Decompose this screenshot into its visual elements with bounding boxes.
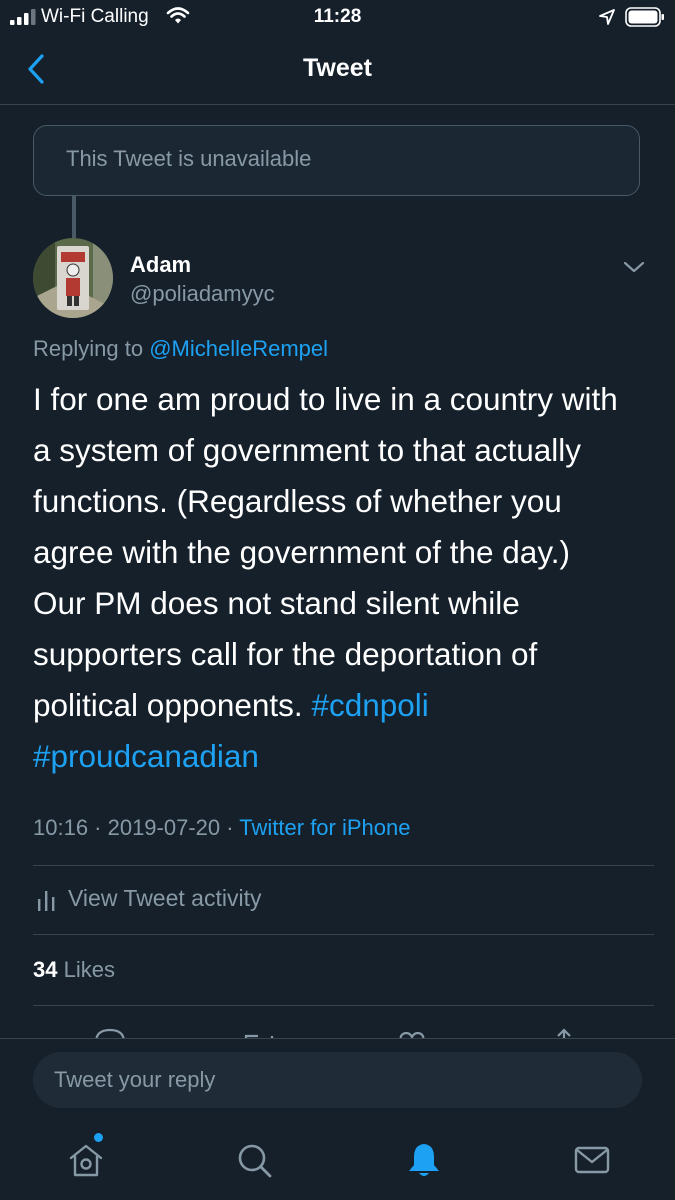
chevron-down-icon[interactable]: [621, 256, 647, 278]
hashtag-link[interactable]: #cdnpoli: [311, 687, 428, 723]
avatar-image: [33, 238, 113, 318]
view-activity-label: View Tweet activity: [68, 885, 262, 911]
tweet-text-line: agree with the government of the day.): [33, 534, 570, 570]
unavailable-tweet-card: This Tweet is unavailable: [33, 125, 640, 196]
reply-input[interactable]: [33, 1052, 642, 1108]
notification-dot: [94, 1133, 103, 1142]
page-title: Tweet: [303, 54, 372, 82]
avatar[interactable]: [33, 238, 113, 318]
likes-count: 34: [33, 957, 58, 982]
status-bar: Wi-Fi Calling 11:28: [0, 0, 675, 36]
unavailable-tweet-text: This Tweet is unavailable: [66, 146, 312, 171]
battery-icon: [625, 7, 664, 27]
location-arrow-icon: [599, 9, 615, 25]
notifications-icon[interactable]: [404, 1140, 444, 1180]
author-name[interactable]: Adam: [130, 252, 191, 278]
tweet-text: I for one am proud to live in a country …: [33, 374, 653, 782]
tweet-text-line: political opponents. #cdnpoli: [33, 680, 653, 731]
likes-row[interactable]: 34 Likes: [33, 957, 115, 983]
clock: 11:28: [313, 6, 362, 27]
divider: [33, 1005, 654, 1006]
source-link[interactable]: Twitter for iPhone: [239, 815, 410, 840]
home-icon[interactable]: [66, 1140, 106, 1180]
tweet-text-line: I for one am proud to live in a country …: [33, 381, 618, 417]
tweet-text-line: a system of government to that actually: [33, 432, 582, 468]
nav-bar: Tweet: [0, 36, 675, 105]
compose-bar: [0, 1038, 675, 1125]
likes-label: Likes: [57, 957, 115, 982]
messages-icon[interactable]: [572, 1140, 612, 1180]
reply-mention-link[interactable]: @MichelleRempel: [149, 336, 328, 361]
tweet-text-segment: political opponents.: [33, 687, 312, 723]
divider: [33, 934, 654, 935]
hashtag-link[interactable]: #proudcanadian: [33, 738, 259, 774]
replying-to-line: Replying to @MichelleRempel: [33, 336, 328, 362]
thread-connector-line: [72, 196, 76, 238]
tweet-meta: 10:16 · 2019-07-20 · Twitter for iPhone: [33, 815, 410, 841]
tweet-text-line: functions. (Regardless of whether you: [33, 483, 562, 519]
tweet-text-line: supporters call for the deportation of: [33, 636, 538, 672]
replying-to-prefix: Replying to: [33, 336, 150, 361]
activity-bars-icon: [38, 891, 55, 911]
tweet-text-line: Our PM does not stand silent while: [33, 585, 520, 621]
search-icon[interactable]: [234, 1140, 274, 1180]
tweet-text-line: #proudcanadian: [33, 731, 653, 782]
timestamp: 10:16 · 2019-07-20 ·: [33, 815, 240, 840]
author-handle[interactable]: @poliadamyyc: [130, 281, 275, 307]
